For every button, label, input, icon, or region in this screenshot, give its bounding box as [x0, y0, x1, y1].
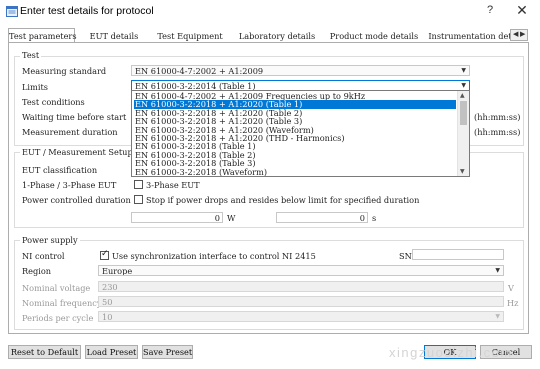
waiting-time-unit: (hh:mm:ss): [474, 112, 521, 122]
scroll-down-icon[interactable]: ▼: [460, 168, 465, 175]
measurement-duration-unit: (hh:mm:ss): [474, 127, 521, 137]
periods-per-cycle-value: 10: [102, 312, 113, 322]
sync-interface-label: Use synchronization interface to control…: [112, 251, 316, 261]
power-threshold-unit: W: [227, 213, 236, 223]
chevron-down-icon: ▼: [461, 67, 466, 74]
waiting-time-field-edge: [470, 110, 472, 121]
limits-option[interactable]: EN 61000-3-2:2018 (Waveform): [134, 167, 456, 176]
limits-dropdown-list[interactable]: EN 61000-4-7:2002 + A1:2009 Frequencies …: [131, 90, 470, 177]
nominal-voltage-label: Nominal voltage: [22, 283, 91, 293]
power-supply-group-title: Power supply: [20, 235, 80, 245]
limits-label: Limits: [22, 82, 48, 92]
eut-classification-label: EUT classification: [22, 165, 98, 175]
region-value: Europe: [102, 266, 133, 276]
measuring-standard-value: EN 61000-4-7:2002 + A1:2009: [135, 66, 264, 76]
region-label: Region: [22, 266, 52, 276]
tab-scroll-buttons[interactable]: ◀ ▶: [510, 29, 528, 41]
three-phase-checkbox-label: 3-Phase EUT: [146, 180, 200, 190]
tab-test-parameters[interactable]: Test parameters: [8, 28, 77, 43]
tab-product-mode-details[interactable]: Product mode details: [326, 29, 422, 43]
three-phase-checkbox[interactable]: [134, 180, 143, 189]
chevron-right-icon[interactable]: ▶: [520, 30, 525, 38]
scroll-up-icon[interactable]: ▲: [460, 92, 465, 99]
waiting-time-label: Waiting time before start: [22, 112, 127, 122]
stop-power-drop-label: Stop if power drops and resides below li…: [146, 195, 420, 205]
help-button[interactable]: ?: [484, 4, 496, 16]
nominal-voltage-field: 230: [98, 281, 504, 292]
power-controlled-label: Power controlled duration: [22, 195, 131, 205]
measuring-standard-label: Measuring standard: [22, 66, 107, 76]
sn-field[interactable]: [412, 249, 504, 260]
close-button[interactable]: ✕: [515, 2, 529, 19]
load-preset-button[interactable]: Load Preset: [85, 345, 138, 359]
checkmark-icon: ✓: [101, 249, 109, 259]
duration-threshold-field[interactable]: 0: [276, 212, 368, 223]
tab-instrumentation-details[interactable]: Instrumentation det: [426, 29, 514, 43]
tab-divider: [8, 42, 529, 43]
nominal-frequency-unit: Hz: [507, 298, 519, 308]
measuring-standard-select[interactable]: EN 61000-4-7:2002 + A1:2009 ▼: [131, 65, 470, 76]
measurement-duration-label: Measurement duration: [22, 127, 118, 137]
scrollbar-thumb[interactable]: [460, 101, 467, 125]
nominal-frequency-field: 50: [98, 296, 504, 307]
tab-laboratory-details[interactable]: Laboratory details: [232, 29, 322, 43]
tab-bar: Test parameters EUT details Test Equipme…: [8, 28, 528, 43]
duration-threshold-unit: s: [372, 213, 377, 223]
nominal-frequency-label: Nominal frequency: [22, 298, 102, 308]
ni-control-label: NI control: [22, 251, 65, 261]
test-conditions-label: Test conditions: [22, 97, 85, 107]
test-group-title: Test: [20, 50, 42, 60]
dropdown-scrollbar[interactable]: ▲ ▼: [457, 91, 469, 176]
sync-interface-checkbox[interactable]: ✓: [100, 249, 109, 260]
watermark-text: xingzuodizhi.com: [389, 345, 513, 360]
nominal-voltage-unit: V: [508, 283, 514, 293]
phase-label: 1-Phase / 3-Phase EUT: [22, 180, 117, 190]
periods-per-cycle-select: 10 ▼: [98, 311, 504, 322]
tab-test-equipment[interactable]: Test Equipment: [152, 29, 228, 43]
sn-label: SN: [399, 251, 412, 261]
chevron-down-icon: ▼: [495, 313, 500, 320]
power-threshold-field[interactable]: 0: [131, 212, 223, 223]
chevron-down-icon: ▼: [495, 267, 500, 274]
stop-power-drop-checkbox[interactable]: [134, 195, 143, 204]
save-preset-button[interactable]: Save Preset: [142, 345, 193, 359]
chevron-left-icon[interactable]: ◀: [513, 30, 518, 38]
window-title: Enter test details for protocol: [20, 5, 154, 17]
region-select[interactable]: Europe ▼: [98, 265, 504, 276]
protocol-window-icon: [6, 6, 18, 17]
eut-setup-group-title: EUT / Measurement Setup: [20, 147, 135, 157]
reset-to-default-button[interactable]: Reset to Default: [8, 345, 81, 359]
tab-eut-details[interactable]: EUT details: [82, 29, 146, 43]
periods-per-cycle-label: Periods per cycle: [22, 313, 94, 323]
